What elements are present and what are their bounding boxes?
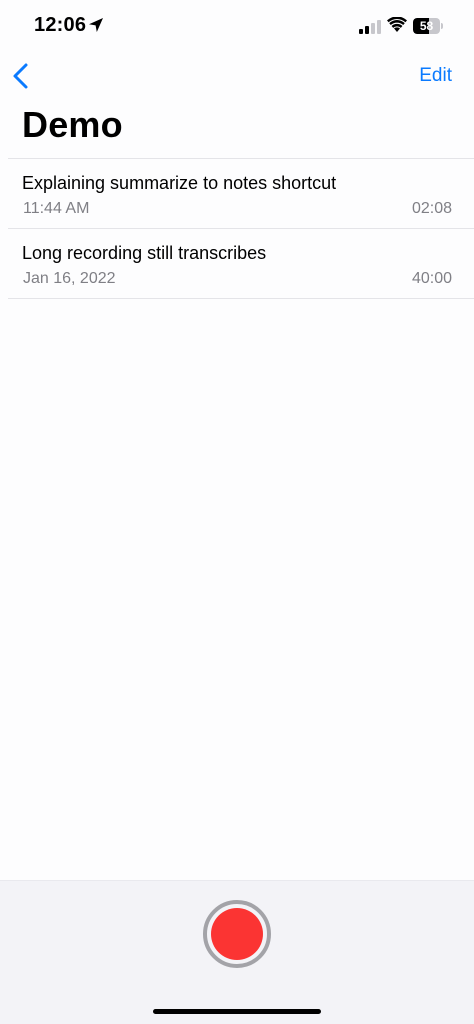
- record-icon: [211, 908, 263, 960]
- battery-cap: [441, 23, 443, 29]
- battery-level: 58: [419, 19, 434, 33]
- recording-item[interactable]: Explaining summarize to notes shortcut 1…: [8, 159, 474, 229]
- chevron-left-icon[interactable]: [10, 62, 34, 90]
- recording-title: Long recording still transcribes: [22, 243, 267, 263]
- recording-duration: 02:08: [411, 200, 452, 217]
- battery-indicator: 58: [413, 18, 443, 34]
- recording-item[interactable]: Long recording still transcribes Jan 16,…: [8, 229, 474, 299]
- home-indicator[interactable]: [153, 1009, 321, 1014]
- wifi-icon: [387, 17, 407, 32]
- recording-title: Explaining summarize to notes shortcut: [22, 173, 337, 193]
- page-title: Demo: [22, 104, 123, 145]
- battery-body: 58: [413, 18, 440, 34]
- recording-duration: 40:00: [411, 270, 452, 287]
- recordings-list: Explaining summarize to notes shortcut 1…: [8, 158, 474, 299]
- status-bar: 12:06 58: [0, 0, 474, 54]
- recording-date: 11:44 AM: [23, 200, 90, 217]
- location-arrow-icon: [89, 18, 103, 32]
- voice-memos-folder-screen: 12:06 58 Edit Demo Explaining summarize …: [0, 0, 474, 1024]
- record-button[interactable]: [203, 900, 271, 968]
- recording-date: Jan 16, 2022: [23, 270, 116, 287]
- cellular-signal-icon: [359, 20, 381, 34]
- status-time: 12:06: [34, 14, 87, 36]
- edit-button[interactable]: Edit: [419, 65, 452, 87]
